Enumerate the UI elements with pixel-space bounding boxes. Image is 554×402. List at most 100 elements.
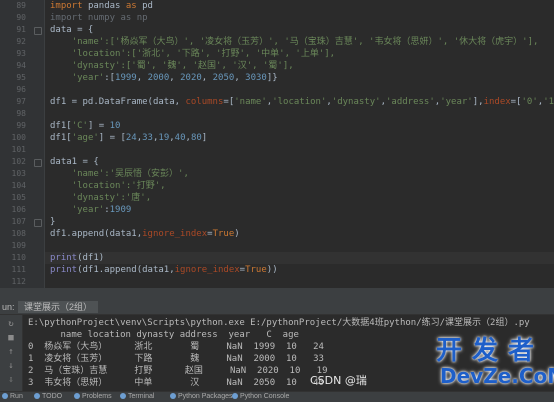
toolwindow-terminal-button[interactable]: Terminal: [120, 393, 154, 401]
csdn-watermark: CSDN @瑞: [310, 374, 367, 387]
code-token: import: [50, 1, 88, 11]
fold-marker-icon[interactable]: [34, 159, 42, 167]
tool-window-header: [0, 292, 554, 300]
code-token: =[: [223, 97, 235, 107]
code-token: ): [234, 229, 240, 239]
code-token: df1[: [50, 121, 72, 131]
code-token: print: [50, 265, 78, 275]
todo-icon: [34, 393, 40, 400]
code-token: 1909: [109, 205, 132, 215]
code-line: }: [50, 216, 55, 228]
toolwindow-python-console-button[interactable]: Python Console: [232, 393, 289, 401]
code-token: ,: [201, 73, 213, 83]
code-token: ignore_index: [142, 229, 208, 239]
console-toolbar: ↻ ■ ↑ ↓ ⇩: [0, 315, 23, 391]
run-tool-window-bar: un: 课堂展示（2组）: [0, 300, 554, 315]
code-token: (df1.append(data1,: [77, 265, 175, 275]
rerun-icon[interactable]: ↻: [6, 319, 16, 329]
code-token: 24: [125, 133, 137, 143]
console-output-line: 3 韦女将（思妍） 中单 汉 NaN 2050 10 40: [28, 378, 324, 388]
code-token: 80: [190, 133, 202, 143]
console-command-line: E:\pythonProject\venv\Scripts\python.exe…: [28, 318, 530, 328]
toolwindow-python-packages-button[interactable]: Python Packages: [170, 393, 232, 401]
code-token: 3030: [245, 73, 267, 83]
code-line: df1['C'] = 10: [50, 120, 120, 132]
line-number: 106: [11, 205, 26, 214]
code-token: 'name': [234, 97, 267, 107]
code-token: 'dynasty':['蜀', '魏', '赵国', '汉', '蜀'],: [71, 61, 294, 71]
code-token: index: [483, 97, 511, 107]
code-token: 'year': [440, 97, 473, 107]
code-token: print: [50, 253, 78, 263]
code-token: 40: [174, 133, 186, 143]
python-packages-icon: [170, 393, 176, 400]
fold-marker-icon[interactable]: [34, 27, 42, 35]
line-number: 108: [11, 229, 26, 238]
line-number: 91: [16, 25, 26, 34]
watermark-cn-text: 开发者: [436, 336, 545, 366]
code-token: 'location': [272, 97, 327, 107]
pin-icon[interactable]: ⇩: [6, 375, 16, 385]
code-line: df1 = pd.DataFrame(data, columns=['name'…: [50, 96, 554, 108]
line-number: 110: [11, 253, 26, 262]
code-token: ]}: [266, 73, 278, 83]
toolwindow-run-button[interactable]: Run: [2, 393, 23, 401]
code-token: 33: [142, 133, 153, 143]
line-number: 96: [16, 85, 26, 94]
code-token: ],: [472, 97, 484, 107]
code-token: :[: [104, 73, 116, 83]
code-line: import pandas as pd: [50, 0, 153, 12]
code-token: 'location':'打野',: [71, 181, 166, 191]
terminal-icon: [120, 393, 126, 400]
code-line: 'dynasty':'唐',: [50, 192, 151, 204]
code-token: 'name':['杨焱军（大鸟）', '凌女将（玉芳）', '马（宝珠）吉慧',…: [71, 37, 539, 47]
code-line: 'location':['浙北', '下路', '打野', '中单', '上单'…: [50, 48, 335, 60]
python-console-icon: [232, 393, 238, 400]
toolwindow-problems-button[interactable]: Problems: [74, 393, 112, 401]
line-number: 105: [11, 193, 26, 202]
run-icon: [2, 393, 8, 400]
line-number: 89: [16, 1, 26, 10]
code-token: df1.append(data1,: [50, 229, 143, 239]
line-number: 100: [11, 133, 26, 142]
toolwindow-label: TODO: [42, 393, 63, 400]
line-number: 98: [16, 109, 26, 118]
fold-marker-icon[interactable]: [34, 219, 42, 227]
code-token: 'year': [71, 205, 105, 215]
code-line: 'year':1909: [50, 204, 132, 216]
stop-icon[interactable]: ■: [6, 333, 16, 343]
line-number-gutter: 89 90 91 92 93 94 95 96 97 98 99 100 101 102 103 104 105…: [0, 0, 45, 288]
toolwindow-todo-button[interactable]: TODO: [34, 393, 62, 401]
line-number: 109: [11, 241, 26, 250]
line-number: 101: [11, 145, 26, 154]
toolwindow-label: Run: [10, 393, 23, 400]
code-token: 19: [158, 133, 170, 143]
code-token: ,: [136, 73, 148, 83]
code-editor[interactable]: 89 90 91 92 93 94 95 96 97 98 99 100 101 102 103 104 105…: [0, 0, 554, 288]
run-config-tab[interactable]: 课堂展示（2组）: [18, 301, 99, 313]
code-token: 10: [109, 121, 121, 131]
code-token: ] = [: [98, 133, 126, 143]
code-token: 2020: [180, 73, 202, 83]
line-number: 92: [16, 37, 26, 46]
code-token: ,: [234, 73, 246, 83]
line-number: 99: [16, 121, 26, 130]
line-number: 107: [11, 217, 26, 226]
code-token: pd: [142, 1, 153, 11]
watermark-en-text: DevZe.CoM: [440, 364, 554, 388]
code-token: ]: [201, 133, 208, 143]
scroll-up-icon[interactable]: ↑: [6, 347, 16, 357]
code-area[interactable]: import pandas as pd import numpy as np dat…: [50, 0, 554, 288]
toolwindow-label: Python Console: [240, 393, 290, 400]
code-token: ] =: [87, 121, 110, 131]
bottom-tool-bar: Run TODO Problems Terminal Python Packages Py…: [0, 391, 554, 402]
code-token: 'C': [71, 121, 88, 131]
code-token: 'dynasty': [331, 97, 381, 107]
code-token: data = {: [50, 25, 94, 35]
code-token: 1999: [115, 73, 137, 83]
scroll-down-icon[interactable]: ↓: [6, 361, 16, 371]
